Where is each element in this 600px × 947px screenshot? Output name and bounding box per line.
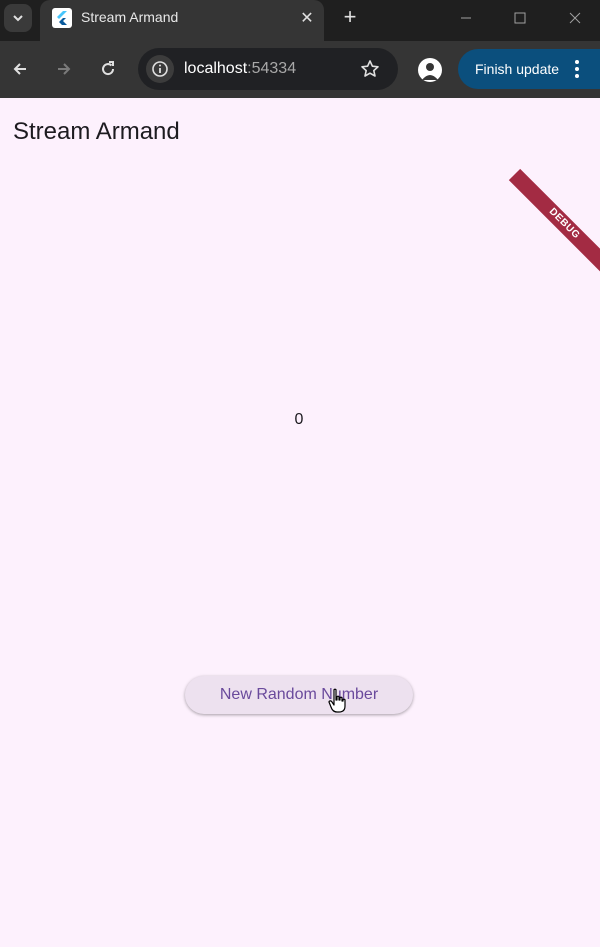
flutter-icon (52, 8, 72, 28)
profile-avatar-icon[interactable] (418, 58, 442, 82)
tab-close-icon[interactable]: ✕ (296, 7, 318, 29)
browser-tab[interactable]: Stream Armand ✕ (40, 0, 324, 41)
url-text: localhost:54334 (184, 60, 296, 78)
back-icon[interactable] (6, 55, 34, 83)
hand-cursor-icon (328, 688, 346, 713)
chevron-down-icon (13, 15, 23, 22)
app-bar-title: Stream Armand (13, 118, 180, 145)
browser-toolbar: localhost:54334 Finish update (0, 41, 600, 98)
bookmark-star-icon[interactable] (358, 57, 382, 81)
url-port: :54334 (247, 60, 297, 77)
tab-title: Stream Armand (81, 9, 179, 25)
new-random-number-button[interactable]: New Random Number (185, 676, 413, 714)
more-menu-icon[interactable] (570, 58, 584, 80)
new-tab-icon[interactable]: + (338, 4, 362, 29)
site-info-icon[interactable] (146, 55, 174, 83)
reload-icon[interactable] (94, 55, 122, 83)
forward-icon[interactable] (50, 55, 78, 83)
url-host: localhost (184, 60, 248, 77)
random-number-value: 0 (294, 411, 304, 428)
tab-search-button[interactable] (4, 4, 32, 32)
window-close-icon[interactable] (561, 4, 589, 32)
app-body: Stream Armand DEBUG 0 New Random Number (0, 98, 600, 947)
minimize-icon[interactable] (452, 4, 480, 32)
finish-update-label: Finish update (475, 61, 560, 77)
maximize-icon[interactable] (506, 4, 534, 32)
debug-banner: DEBUG (508, 168, 600, 280)
finish-update-button[interactable]: Finish update (458, 49, 600, 89)
tab-strip: Stream Armand ✕ + (0, 0, 600, 41)
address-bar[interactable]: localhost:54334 (138, 48, 398, 90)
